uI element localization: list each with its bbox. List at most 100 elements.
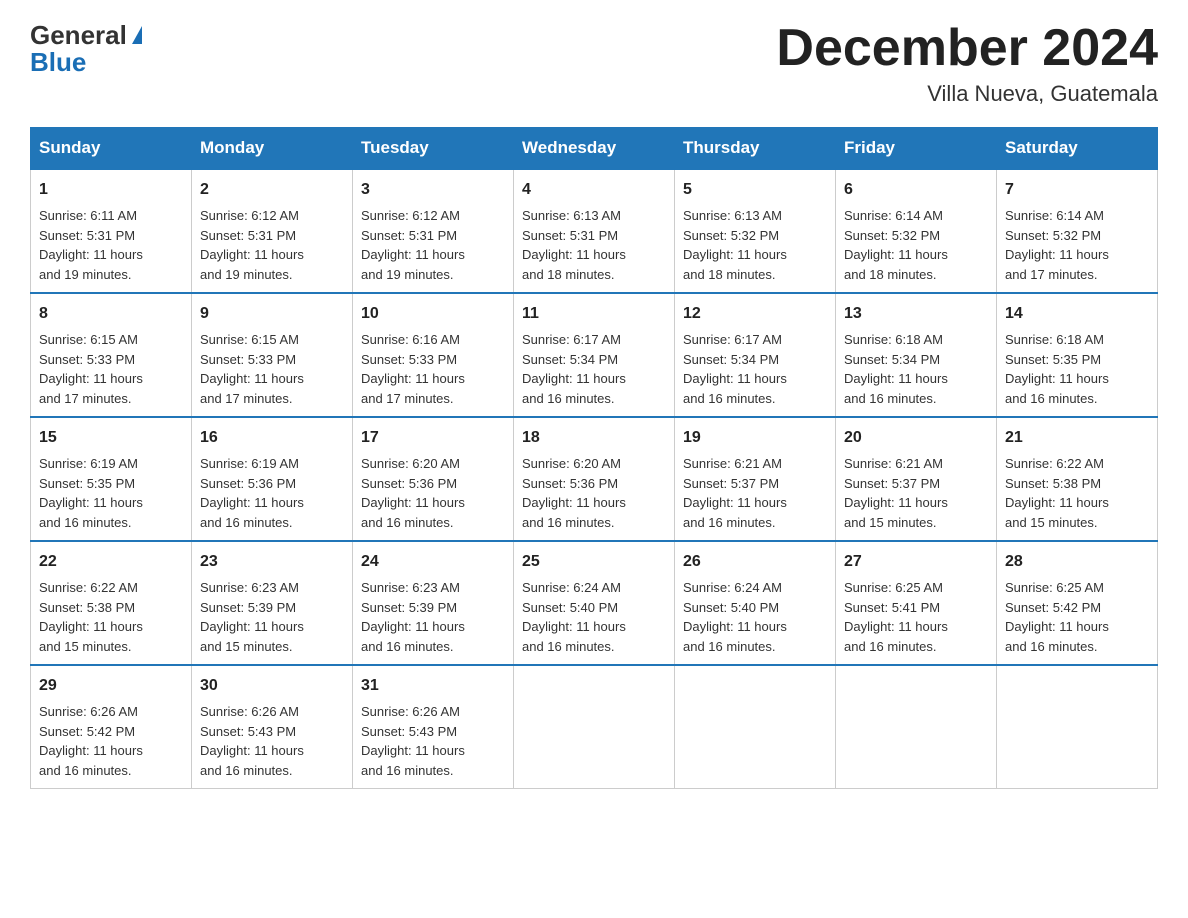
calendar-cell: 27 Sunrise: 6:25 AMSunset: 5:41 PMDaylig… (836, 541, 997, 665)
day-info: Sunrise: 6:21 AMSunset: 5:37 PMDaylight:… (683, 456, 787, 530)
calendar-cell: 28 Sunrise: 6:25 AMSunset: 5:42 PMDaylig… (997, 541, 1158, 665)
calendar-cell (997, 665, 1158, 789)
day-number: 30 (200, 674, 344, 698)
day-info: Sunrise: 6:26 AMSunset: 5:43 PMDaylight:… (361, 704, 465, 778)
day-info: Sunrise: 6:14 AMSunset: 5:32 PMDaylight:… (1005, 208, 1109, 282)
calendar-cell: 20 Sunrise: 6:21 AMSunset: 5:37 PMDaylig… (836, 417, 997, 541)
calendar-cell: 22 Sunrise: 6:22 AMSunset: 5:38 PMDaylig… (31, 541, 192, 665)
day-info: Sunrise: 6:15 AMSunset: 5:33 PMDaylight:… (39, 332, 143, 406)
calendar-cell: 23 Sunrise: 6:23 AMSunset: 5:39 PMDaylig… (192, 541, 353, 665)
calendar-cell: 6 Sunrise: 6:14 AMSunset: 5:32 PMDayligh… (836, 169, 997, 293)
calendar-header-wednesday: Wednesday (514, 128, 675, 170)
calendar-cell (675, 665, 836, 789)
day-number: 23 (200, 550, 344, 574)
day-number: 29 (39, 674, 183, 698)
day-info: Sunrise: 6:25 AMSunset: 5:42 PMDaylight:… (1005, 580, 1109, 654)
day-number: 24 (361, 550, 505, 574)
day-number: 25 (522, 550, 666, 574)
day-number: 11 (522, 302, 666, 326)
day-number: 6 (844, 178, 988, 202)
calendar-cell: 11 Sunrise: 6:17 AMSunset: 5:34 PMDaylig… (514, 293, 675, 417)
calendar-cell: 29 Sunrise: 6:26 AMSunset: 5:42 PMDaylig… (31, 665, 192, 789)
calendar-cell: 19 Sunrise: 6:21 AMSunset: 5:37 PMDaylig… (675, 417, 836, 541)
day-info: Sunrise: 6:20 AMSunset: 5:36 PMDaylight:… (361, 456, 465, 530)
day-number: 31 (361, 674, 505, 698)
calendar-cell: 2 Sunrise: 6:12 AMSunset: 5:31 PMDayligh… (192, 169, 353, 293)
day-info: Sunrise: 6:19 AMSunset: 5:36 PMDaylight:… (200, 456, 304, 530)
calendar-week-row: 29 Sunrise: 6:26 AMSunset: 5:42 PMDaylig… (31, 665, 1158, 789)
day-info: Sunrise: 6:18 AMSunset: 5:35 PMDaylight:… (1005, 332, 1109, 406)
day-number: 1 (39, 178, 183, 202)
calendar-cell: 30 Sunrise: 6:26 AMSunset: 5:43 PMDaylig… (192, 665, 353, 789)
calendar-header-friday: Friday (836, 128, 997, 170)
day-number: 8 (39, 302, 183, 326)
page-header: General Blue December 2024 Villa Nueva, … (30, 20, 1158, 107)
calendar-header-thursday: Thursday (675, 128, 836, 170)
calendar-week-row: 8 Sunrise: 6:15 AMSunset: 5:33 PMDayligh… (31, 293, 1158, 417)
calendar-cell: 21 Sunrise: 6:22 AMSunset: 5:38 PMDaylig… (997, 417, 1158, 541)
calendar-cell: 7 Sunrise: 6:14 AMSunset: 5:32 PMDayligh… (997, 169, 1158, 293)
day-info: Sunrise: 6:26 AMSunset: 5:42 PMDaylight:… (39, 704, 143, 778)
calendar-header-monday: Monday (192, 128, 353, 170)
calendar-cell: 4 Sunrise: 6:13 AMSunset: 5:31 PMDayligh… (514, 169, 675, 293)
calendar-cell: 15 Sunrise: 6:19 AMSunset: 5:35 PMDaylig… (31, 417, 192, 541)
calendar-cell: 26 Sunrise: 6:24 AMSunset: 5:40 PMDaylig… (675, 541, 836, 665)
calendar-header-sunday: Sunday (31, 128, 192, 170)
calendar-cell (836, 665, 997, 789)
day-number: 19 (683, 426, 827, 450)
calendar-cell: 5 Sunrise: 6:13 AMSunset: 5:32 PMDayligh… (675, 169, 836, 293)
day-info: Sunrise: 6:12 AMSunset: 5:31 PMDaylight:… (361, 208, 465, 282)
day-info: Sunrise: 6:13 AMSunset: 5:32 PMDaylight:… (683, 208, 787, 282)
calendar-cell: 8 Sunrise: 6:15 AMSunset: 5:33 PMDayligh… (31, 293, 192, 417)
day-number: 7 (1005, 178, 1149, 202)
day-info: Sunrise: 6:15 AMSunset: 5:33 PMDaylight:… (200, 332, 304, 406)
day-number: 18 (522, 426, 666, 450)
day-info: Sunrise: 6:24 AMSunset: 5:40 PMDaylight:… (522, 580, 626, 654)
day-number: 2 (200, 178, 344, 202)
location-subtitle: Villa Nueva, Guatemala (776, 81, 1158, 107)
calendar-cell: 24 Sunrise: 6:23 AMSunset: 5:39 PMDaylig… (353, 541, 514, 665)
day-number: 27 (844, 550, 988, 574)
day-info: Sunrise: 6:14 AMSunset: 5:32 PMDaylight:… (844, 208, 948, 282)
day-info: Sunrise: 6:21 AMSunset: 5:37 PMDaylight:… (844, 456, 948, 530)
day-info: Sunrise: 6:11 AMSunset: 5:31 PMDaylight:… (39, 208, 143, 282)
calendar-cell: 25 Sunrise: 6:24 AMSunset: 5:40 PMDaylig… (514, 541, 675, 665)
calendar-cell: 17 Sunrise: 6:20 AMSunset: 5:36 PMDaylig… (353, 417, 514, 541)
day-number: 28 (1005, 550, 1149, 574)
calendar-cell: 16 Sunrise: 6:19 AMSunset: 5:36 PMDaylig… (192, 417, 353, 541)
day-info: Sunrise: 6:12 AMSunset: 5:31 PMDaylight:… (200, 208, 304, 282)
day-number: 10 (361, 302, 505, 326)
calendar-cell: 12 Sunrise: 6:17 AMSunset: 5:34 PMDaylig… (675, 293, 836, 417)
calendar-header-tuesday: Tuesday (353, 128, 514, 170)
calendar-cell: 10 Sunrise: 6:16 AMSunset: 5:33 PMDaylig… (353, 293, 514, 417)
day-info: Sunrise: 6:13 AMSunset: 5:31 PMDaylight:… (522, 208, 626, 282)
day-info: Sunrise: 6:17 AMSunset: 5:34 PMDaylight:… (683, 332, 787, 406)
calendar-cell: 3 Sunrise: 6:12 AMSunset: 5:31 PMDayligh… (353, 169, 514, 293)
calendar-week-row: 22 Sunrise: 6:22 AMSunset: 5:38 PMDaylig… (31, 541, 1158, 665)
day-number: 17 (361, 426, 505, 450)
calendar-week-row: 15 Sunrise: 6:19 AMSunset: 5:35 PMDaylig… (31, 417, 1158, 541)
day-number: 5 (683, 178, 827, 202)
day-number: 4 (522, 178, 666, 202)
day-info: Sunrise: 6:18 AMSunset: 5:34 PMDaylight:… (844, 332, 948, 406)
day-number: 21 (1005, 426, 1149, 450)
calendar-cell (514, 665, 675, 789)
day-number: 20 (844, 426, 988, 450)
calendar-cell: 14 Sunrise: 6:18 AMSunset: 5:35 PMDaylig… (997, 293, 1158, 417)
calendar-header-saturday: Saturday (997, 128, 1158, 170)
day-info: Sunrise: 6:19 AMSunset: 5:35 PMDaylight:… (39, 456, 143, 530)
day-info: Sunrise: 6:25 AMSunset: 5:41 PMDaylight:… (844, 580, 948, 654)
logo-blue-text: Blue (30, 47, 86, 78)
calendar-table: SundayMondayTuesdayWednesdayThursdayFrid… (30, 127, 1158, 789)
logo-triangle-icon (132, 26, 142, 44)
calendar-header-row: SundayMondayTuesdayWednesdayThursdayFrid… (31, 128, 1158, 170)
calendar-week-row: 1 Sunrise: 6:11 AMSunset: 5:31 PMDayligh… (31, 169, 1158, 293)
day-number: 14 (1005, 302, 1149, 326)
calendar-cell: 9 Sunrise: 6:15 AMSunset: 5:33 PMDayligh… (192, 293, 353, 417)
day-number: 26 (683, 550, 827, 574)
month-title: December 2024 (776, 20, 1158, 77)
day-info: Sunrise: 6:26 AMSunset: 5:43 PMDaylight:… (200, 704, 304, 778)
day-info: Sunrise: 6:16 AMSunset: 5:33 PMDaylight:… (361, 332, 465, 406)
day-info: Sunrise: 6:17 AMSunset: 5:34 PMDaylight:… (522, 332, 626, 406)
day-number: 22 (39, 550, 183, 574)
